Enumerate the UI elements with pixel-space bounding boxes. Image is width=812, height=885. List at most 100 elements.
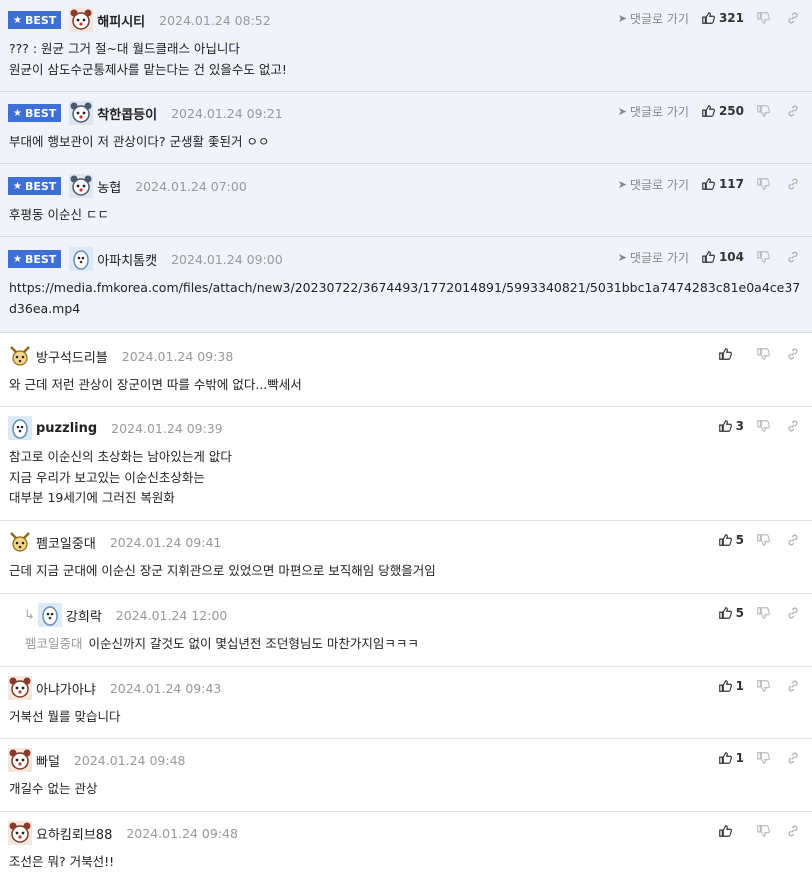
avatar[interactable] (69, 247, 94, 271)
mention-link[interactable]: 펨코일중대 (25, 636, 83, 651)
avatar[interactable] (8, 530, 32, 554)
permalink-button[interactable] (786, 11, 800, 25)
downvote-button[interactable] (756, 533, 770, 547)
link-icon (788, 680, 798, 692)
permalink-button[interactable] (786, 347, 800, 361)
permalink-button[interactable] (786, 533, 800, 547)
upvote-button[interactable] (718, 824, 744, 838)
link-icon (788, 420, 798, 432)
comment-date: 2024.01.24 09:48 (126, 825, 238, 841)
downvote-button[interactable] (756, 824, 770, 838)
star-icon: ★ (13, 180, 22, 192)
comment-author[interactable]: 빠덜 (36, 751, 60, 770)
best-comment: ★ BEST 농협 2024.01.24 07:00 ➤ 댓글로 가기 117 후평… (0, 164, 812, 237)
best-badge: ★ BEST (8, 177, 62, 195)
avatar[interactable] (8, 416, 32, 440)
go-to-reply-link[interactable]: ➤ 댓글로 가기 (618, 103, 689, 120)
comment-author[interactable]: 방구석드리블 (36, 347, 108, 366)
upvote-button[interactable]: 1 (718, 751, 744, 765)
send-icon: ➤ (617, 177, 627, 191)
avatar[interactable] (8, 748, 32, 772)
avatar[interactable] (37, 603, 62, 627)
comment-body: 와 근데 저런 관상이 장군이면 따를 수밖에 없다...빡세서 (9, 377, 302, 392)
comment: 방구석드리블 2024.01.24 09:38 와 근데 저런 관상이 장군이면… (0, 335, 812, 407)
upvote-count: 1 (735, 679, 744, 693)
downvote-button[interactable] (756, 347, 770, 361)
thumbs-up-icon (718, 752, 732, 764)
permalink-button[interactable] (786, 679, 800, 693)
downvote-button[interactable] (756, 177, 770, 191)
comment-link-url[interactable]: https://media.fmkorea.com/files/attach/n… (9, 278, 804, 319)
avatar[interactable] (8, 344, 32, 368)
comment-author[interactable]: 요하킴뢰브88 (36, 824, 112, 843)
avatar[interactable] (69, 8, 94, 32)
link-icon (788, 105, 798, 117)
go-to-reply-link[interactable]: ➤ 댓글로 가기 (618, 176, 689, 193)
comment-date: 2024.01.24 08:52 (159, 12, 271, 28)
upvote-button[interactable]: 104 (701, 250, 744, 264)
upvote-button[interactable] (718, 347, 744, 361)
comment-author[interactable]: 농협 (97, 177, 121, 196)
star-icon: ★ (13, 14, 22, 26)
upvote-button[interactable]: 250 (701, 104, 744, 118)
permalink-button[interactable] (786, 419, 800, 433)
comment-author[interactable]: 착한콥등이 (97, 104, 157, 123)
avatar[interactable] (8, 676, 32, 700)
permalink-button[interactable] (786, 104, 800, 118)
best-badge: ★ BEST (8, 11, 62, 29)
downvote-button[interactable] (756, 679, 770, 693)
downvote-button[interactable] (756, 606, 770, 620)
avatar[interactable] (8, 821, 32, 845)
comment-author[interactable]: 아냐가아냐 (36, 679, 96, 698)
thumbs-up-icon (718, 607, 732, 619)
best-comment: ★ BEST 아파치톰캣 2024.01.24 09:00 ➤ 댓글로 가기 104… (0, 237, 812, 333)
comment-date: 2024.01.24 09:38 (121, 348, 234, 364)
reply-arrow-icon: ↳ (24, 607, 35, 623)
permalink-button[interactable] (786, 177, 800, 191)
comment-body: 참고로 이순신의 초상화는 남아있는게 앖다 지금 우리가 보고있는 이순신초상화… (9, 449, 232, 505)
downvote-button[interactable] (756, 250, 770, 264)
comment: 펨코일중대 2024.01.24 09:41 5 근데 지금 군대에 이순신 장… (0, 521, 812, 594)
upvote-button[interactable]: 3 (718, 419, 744, 433)
comment-date: 2024.01.24 07:00 (135, 178, 247, 194)
star-icon: ★ (13, 253, 22, 265)
link-icon (788, 251, 798, 263)
upvote-button[interactable]: 117 (701, 177, 744, 191)
upvote-count: 104 (718, 250, 744, 264)
thumbs-up-icon (719, 825, 732, 837)
permalink-button[interactable] (786, 250, 800, 264)
link-icon (788, 607, 798, 619)
avatar[interactable] (69, 101, 94, 125)
permalink-button[interactable] (786, 606, 800, 620)
permalink-button[interactable] (786, 751, 800, 765)
upvote-button[interactable]: 1 (718, 679, 744, 693)
comment-author[interactable]: puzzling (36, 421, 97, 436)
thumbs-up-icon (718, 420, 732, 432)
comment: 빠덜 2024.01.24 09:48 1 개길수 없는 관상 (0, 739, 812, 812)
comment-date: 2024.01.24 09:41 (109, 534, 222, 550)
upvote-button[interactable]: 321 (701, 11, 744, 25)
downvote-button[interactable] (756, 751, 770, 765)
comment-author[interactable]: 아파치톰캣 (97, 250, 157, 269)
downvote-button[interactable] (756, 104, 770, 118)
upvote-button[interactable]: 5 (718, 606, 744, 620)
avatar[interactable] (69, 174, 94, 198)
downvote-button[interactable] (756, 419, 770, 433)
go-to-reply-link[interactable]: ➤ 댓글로 가기 (618, 249, 689, 266)
thumbs-down-icon (757, 348, 770, 360)
link-icon (788, 752, 798, 764)
thumbs-down-icon (757, 251, 770, 263)
comment-author[interactable]: 강희락 (66, 606, 102, 625)
upvote-button[interactable]: 5 (718, 533, 744, 547)
permalink-button[interactable] (786, 824, 800, 838)
comment-author[interactable]: 해피시티 (97, 11, 145, 30)
link-icon (788, 825, 798, 837)
comment-date: 2024.01.24 09:43 (109, 680, 222, 696)
downvote-button[interactable] (756, 11, 770, 25)
go-to-reply-link[interactable]: ➤ 댓글로 가기 (618, 10, 689, 27)
thumbs-down-icon (757, 12, 770, 24)
send-icon: ➤ (617, 104, 627, 118)
comment-author[interactable]: 펨코일중대 (36, 533, 96, 552)
link-icon (788, 178, 798, 190)
comment: 아냐가아냐 2024.01.24 09:43 1 거북선 뭘를 맞습니다 (0, 667, 812, 739)
